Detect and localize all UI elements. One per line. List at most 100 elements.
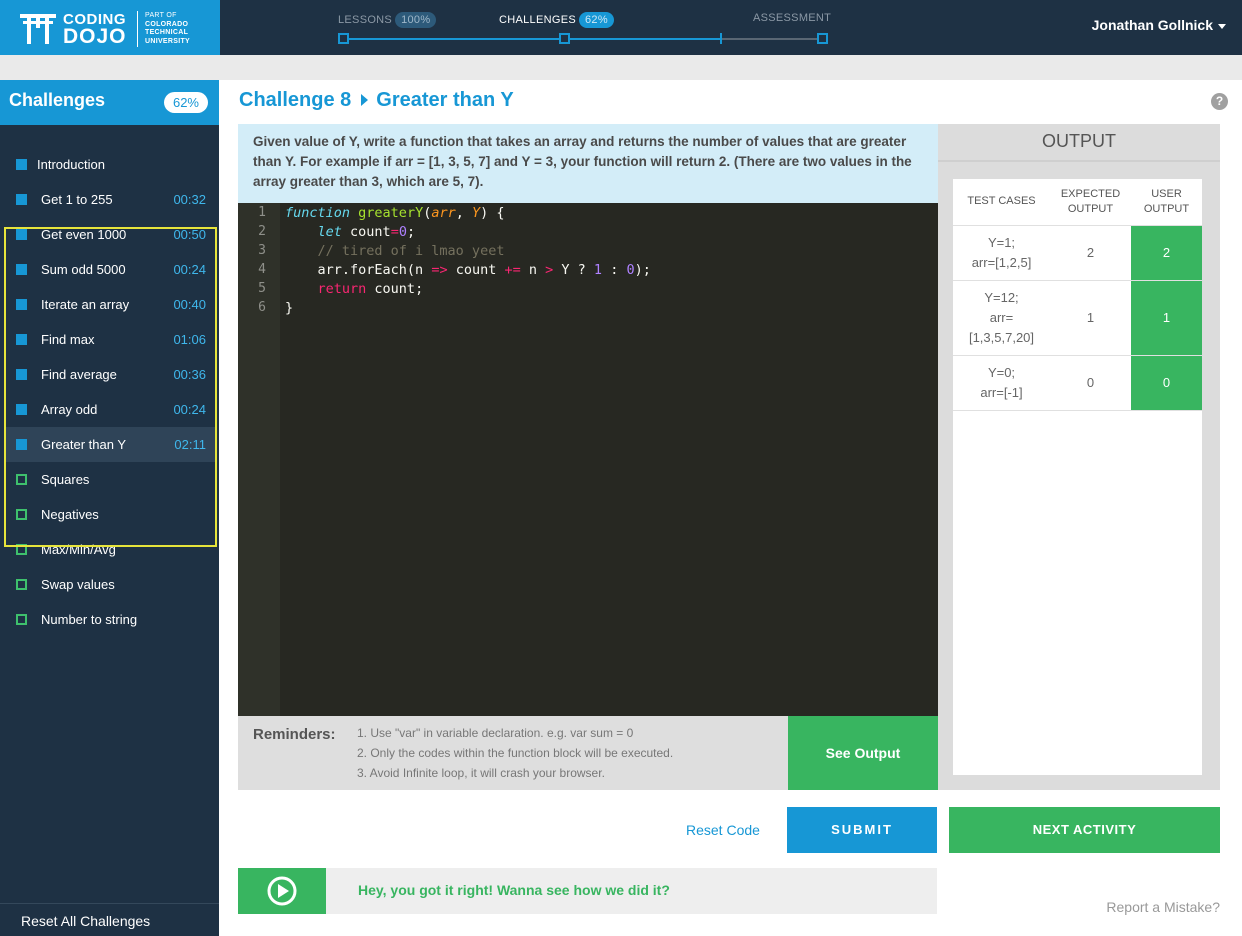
caret-down-icon (1218, 23, 1226, 29)
see-output-button[interactable]: See Output (788, 716, 938, 790)
progress-challenges[interactable]: CHALLENGES 62% (499, 12, 614, 28)
table-row: Y=0; arr=[-1] 0 0 (953, 355, 1202, 411)
output-title: OUTPUT (938, 124, 1220, 162)
coding-dojo-logo[interactable]: CODING DOJO PART OF COLORADO TECHNICAL U… (0, 0, 220, 55)
logo-divider (137, 11, 138, 47)
sidebar-title: Challenges (9, 90, 106, 110)
test-case-line: arr= (989, 309, 1014, 325)
sidebar-item-label: Swap values (41, 577, 115, 592)
user-output-cell: 2 (1131, 225, 1202, 281)
line-number: 5 (258, 281, 266, 296)
table-row: Y=1; arr=[1,2,5] 2 2 (953, 225, 1202, 281)
expected-output-cell: 0 (1050, 355, 1131, 411)
reminder-item: 3. Avoid Infinite loop, it will crash yo… (357, 766, 605, 780)
table-row: Y=12; arr= [1,3,5,7,20] 1 1 (953, 280, 1202, 356)
editor-gutter: 1 2 3 4 5 6 (238, 203, 280, 716)
table-header-row: TEST CASES EXPECTED OUTPUT USER OUTPUT (953, 179, 1202, 226)
output-panel: OUTPUT TEST CASES EXPECTED OUTPUT USER O… (938, 124, 1220, 790)
triangle-right-icon (361, 93, 369, 106)
expected-output-cell: 2 (1050, 225, 1131, 281)
reminders-panel: Reminders: 1. Use "var" in variable decl… (238, 716, 788, 790)
header-user-output: USER OUTPUT (1131, 179, 1202, 226)
play-icon (267, 876, 297, 906)
reset-code-link[interactable]: Reset Code (686, 822, 760, 838)
user-menu[interactable]: Jonathan Gollnick (1092, 17, 1226, 33)
challenge-name: Greater than Y (376, 89, 514, 111)
next-activity-button[interactable]: NEXT ACTIVITY (949, 807, 1220, 853)
solution-hint-bar[interactable]: Hey, you got it right! Wanna see how we … (238, 868, 937, 914)
filled-square-icon (16, 159, 27, 170)
line-number: 2 (258, 224, 266, 239)
sidebar-item-time: 00:32 (173, 192, 206, 207)
test-case-cell: Y=0; arr=[-1] (953, 355, 1050, 411)
progress-fill (344, 38, 722, 40)
progress-node-lessons[interactable] (338, 33, 349, 44)
play-video-button[interactable] (238, 868, 326, 914)
test-case-line: [1,3,5,7,20] (968, 329, 1035, 345)
code-line[interactable]: return count; (285, 281, 424, 297)
sidebar-item-challenge[interactable]: Introduction (4, 147, 217, 182)
sidebar-item-label: Introduction (37, 157, 105, 172)
sidebar-progress-badge: 62% (163, 92, 208, 113)
hint-text: Hey, you got it right! Wanna see how we … (358, 882, 670, 898)
affiliation-line: TECHNICAL (145, 29, 189, 36)
progress-marker (720, 33, 722, 44)
code-line[interactable]: let count=0; (285, 224, 416, 240)
test-case-line: Y=0; (987, 364, 1016, 380)
torii-gate-icon (20, 14, 56, 44)
university-affiliation: PART OF COLORADO TECHNICAL UNIVERSITY (145, 12, 190, 46)
code-line[interactable]: // tired of i lmao yeet (285, 243, 505, 259)
report-mistake-link[interactable]: Report a Mistake? (1106, 899, 1220, 915)
test-case-line: Y=1; (987, 234, 1016, 250)
progress-lessons[interactable]: LESSONS 100% (338, 12, 437, 28)
test-case-line: Y=12; (984, 289, 1019, 305)
test-case-line: arr=[1,2,5] (971, 254, 1032, 270)
test-case-cell: Y=12; arr= [1,3,5,7,20] (953, 280, 1050, 356)
line-number: 1 (258, 205, 266, 220)
sidebar-header: Challenges 62% (0, 80, 219, 125)
top-nav-bar: CODING DOJO PART OF COLORADO TECHNICAL U… (0, 0, 1242, 55)
code-editor[interactable]: 1 2 3 4 5 6 function greaterY(arr, Y) { let c… (238, 203, 938, 716)
sidebar-item-label: Get 1 to 255 (41, 192, 113, 207)
sidebar-item-challenge[interactable]: Get 1 to 255 00:32 (4, 182, 217, 217)
header-expected-output: EXPECTED OUTPUT (1050, 179, 1131, 226)
help-icon[interactable]: ? (1211, 93, 1228, 110)
test-case-table: TEST CASES EXPECTED OUTPUT USER OUTPUT Y… (953, 179, 1202, 775)
progress-assessment[interactable]: ASSESSMENT (753, 12, 831, 24)
affiliation-line: PART OF (145, 12, 177, 19)
line-number: 6 (258, 300, 266, 315)
progress-lessons-badge: 100% (395, 12, 437, 28)
progress-lessons-label: LESSONS (338, 14, 393, 26)
submit-button[interactable]: SUBMIT (787, 807, 937, 853)
challenges-sidebar: Challenges 62% Introduction Get 1 to 255 0… (0, 80, 219, 936)
test-case-line: arr=[-1] (980, 384, 1023, 400)
code-line[interactable]: arr.forEach(n => count += n > Y ? 1 : 0)… (285, 262, 651, 278)
reset-all-challenges-button[interactable]: Reset All Challenges (0, 903, 219, 936)
completed-highlight-box (4, 227, 217, 547)
sidebar-item-challenge[interactable]: Swap values (4, 567, 217, 602)
brand-line2: DOJO (63, 25, 127, 48)
user-name: Jonathan Gollnick (1091, 17, 1213, 33)
empty-square-icon (16, 579, 27, 590)
challenge-number: Challenge 8 (239, 89, 352, 111)
course-progress: LESSONS 100% CHALLENGES 62% ASSESSMENT (338, 0, 832, 55)
page-title: Challenge 8 Greater than Y (239, 89, 514, 112)
reminder-item: 1. Use "var" in variable declaration. e.… (357, 726, 634, 740)
sidebar-item-challenge[interactable]: Number to string (4, 602, 217, 637)
progress-assessment-label: ASSESSMENT (753, 12, 832, 24)
expected-output-cell: 1 (1050, 280, 1131, 356)
sidebar-item-label: Number to string (41, 612, 138, 627)
empty-square-icon (16, 614, 27, 625)
line-number: 3 (258, 243, 266, 258)
reminders-title: Reminders: (253, 726, 336, 743)
line-number: 4 (258, 262, 266, 277)
progress-node-assessment[interactable] (817, 33, 828, 44)
challenge-workspace: Challenge 8 Greater than Y ? Given value … (219, 80, 1242, 936)
affiliation-line: COLORADO (145, 20, 189, 28)
user-output-cell: 1 (1131, 280, 1202, 356)
filled-square-icon (16, 194, 27, 205)
code-line[interactable]: function greaterY(arr, Y) { (285, 205, 505, 221)
code-line[interactable]: } (285, 300, 293, 316)
progress-node-challenges[interactable] (559, 33, 570, 44)
test-case-cell: Y=1; arr=[1,2,5] (953, 225, 1050, 281)
